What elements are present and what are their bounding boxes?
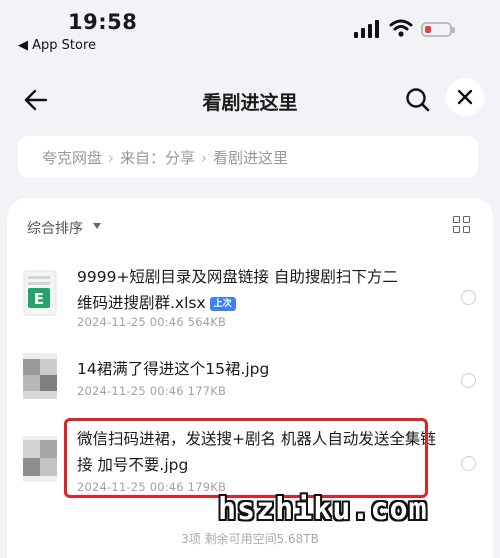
status-time: 19:58 — [68, 10, 138, 34]
breadcrumb-root[interactable]: 夸克网盘 — [42, 149, 102, 167]
breadcrumb-current: 看剧进这里 — [213, 149, 289, 167]
status-bar: 19:58 ◀ App Store — [0, 0, 500, 62]
watermark: hszhiku.com — [218, 492, 428, 527]
image-thumbnail — [23, 436, 57, 482]
excel-file-icon: E — [23, 270, 57, 316]
storage-summary: 3项 剩余可用空间5.68TB — [181, 532, 319, 546]
file-name: 9999+短剧目录及网盘链接 自助搜剧扫下方二维码进搜剧群.xlsx 上次 — [77, 268, 398, 312]
sort-dropdown[interactable]: 综合排序 — [27, 218, 83, 238]
select-radio[interactable] — [461, 456, 476, 471]
file-meta: 2024-11-25 00:46 564KB — [77, 315, 227, 329]
close-icon — [457, 89, 473, 105]
navigation-bar: 看剧进这里 — [0, 72, 500, 128]
search-icon[interactable] — [404, 86, 432, 114]
highlight-box — [64, 418, 428, 498]
last-opened-badge: 上次 — [209, 297, 236, 311]
breadcrumb-source[interactable]: 来自：分享 — [120, 149, 195, 167]
select-radio[interactable] — [461, 373, 476, 388]
image-thumbnail — [23, 353, 57, 399]
breadcrumb: 夸克网盘 › 来自：分享 › 看剧进这里 — [18, 136, 478, 178]
select-radio[interactable] — [461, 290, 476, 305]
file-meta: 2024-11-25 00:46 177KB — [77, 384, 227, 398]
battery-icon — [421, 22, 455, 37]
grid-view-icon[interactable] — [453, 216, 471, 234]
close-button[interactable] — [446, 78, 484, 116]
caret-down-icon — [93, 223, 101, 229]
wifi-icon — [389, 19, 413, 37]
svg-text:E: E — [34, 290, 44, 308]
file-name: 14裙满了得进这个15裙.jpg — [77, 360, 270, 378]
back-to-app-store-link[interactable]: ◀ App Store — [18, 38, 96, 53]
chevron-right-icon: › — [108, 149, 115, 167]
chevron-right-icon: › — [201, 149, 208, 167]
signal-icon — [354, 20, 380, 38]
